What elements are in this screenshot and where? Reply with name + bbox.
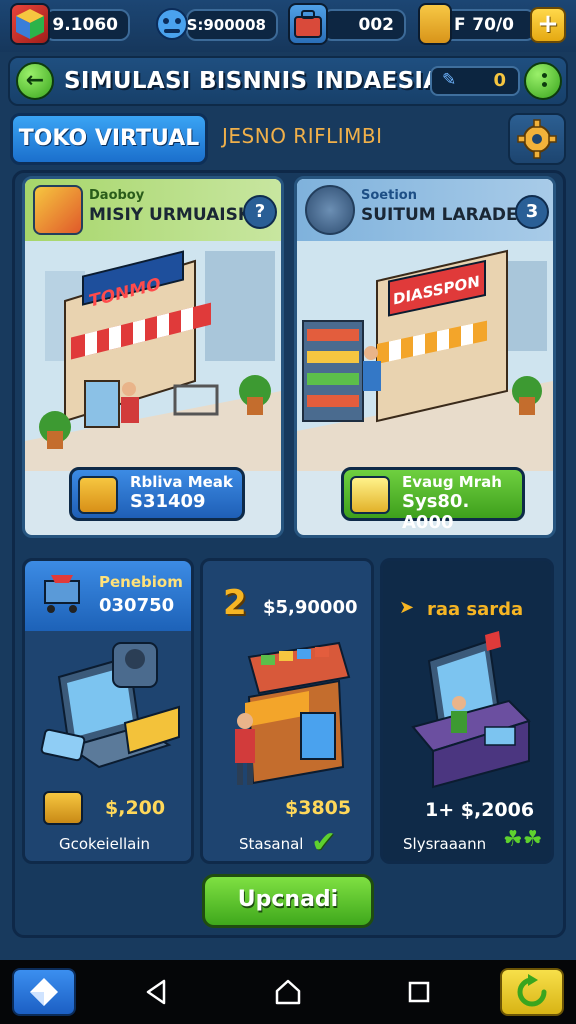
store-2-illustration: DIASSPON [297,241,553,471]
home-shortcut-button[interactable] [12,968,76,1016]
store-card-1-price-value: S31409 [130,491,206,512]
upgrade-card-3-price: 1+ $,2006 [425,799,535,821]
kiosk-machine-illustration [411,631,531,789]
gear-icon [517,119,557,159]
upgrade-card-2[interactable]: 2 $5,90000 $3805 Stasanal ✔ [200,558,374,864]
resource-money-counter: S:900008 [186,9,278,41]
store-card-2-subtitle: Soetion [361,188,417,203]
cube-icon [10,3,50,45]
store-card-2-price-tag[interactable]: Evaug Mrah Sys80. A000 [341,467,525,533]
cup-icon [350,476,390,514]
store-card-2-price-value: Sys80. A000 [402,491,470,533]
upgrade-card-1-title: Penebiom [99,573,183,591]
store-card-1-name: MISIY URMUAISK [89,205,252,225]
coin-chest-icon [43,791,83,825]
diamond-icon [30,978,58,1006]
store-card-1-price-tag[interactable]: Rbliva Meak S31409 [69,467,245,521]
upgrade-card-2-price: $3805 [285,797,352,819]
upgrade-button[interactable]: Upcnadi [202,874,374,928]
upgrade-card-2-label: Stasanal [239,835,304,853]
resource-items-value: 002 [358,15,395,35]
plus-icon: + [537,9,559,39]
cart-icon [44,575,80,613]
tab-toko-virtual[interactable]: TOKO VIRTUAL [10,113,208,165]
resource-money-value: S:900008 [186,16,266,34]
laptop-illustration [40,642,180,769]
resource-bar: 9.1060 S:900008 002 F 70/0 + [0,0,576,52]
title-counter-value: 0 [493,70,506,91]
upgrade-card-2-title: $5,90000 [263,597,358,618]
settings-button[interactable] [508,113,566,165]
upgrade-card-1-value: 030750 [99,595,175,616]
title-bar: ← SIMULASI BISNNIS INDAESIA ✎ 0 •• [8,56,568,106]
plant-icon: ☘☘ [503,827,543,852]
gear-creature-icon [152,3,192,45]
more-icon: •• [535,71,551,89]
resource-energy-counter: F 70/0 [440,9,536,41]
refresh-icon [517,974,547,1007]
store-card-2-name: SUITUM LARADE [361,205,518,225]
check-icon: ✔ [311,825,337,860]
arrow-left-icon: ← [25,68,45,93]
page-title: SIMULASI BISNNIS INDAESIA [64,68,442,94]
more-button[interactable]: •• [524,62,562,100]
refresh-shortcut-button[interactable] [500,968,564,1016]
resource-energy-prefix: F [454,15,466,35]
resource-coins-value: 9.1060 [52,15,118,35]
resource-items-counter: 002 [322,9,406,41]
upgrade-card-3[interactable]: ➤ raa sarda 1+ $,2006 Slysraaann ☘☘ [380,558,554,864]
store-card-1-badge[interactable]: ? [243,195,277,229]
resource-energy-value: 70/0 [472,15,514,35]
back-triangle-icon[interactable] [142,977,172,1007]
store-card-1-header: Daoboy MISIY URMUAISK ? [25,179,281,241]
upgrade-card-3-label: Slysraaann [403,835,487,853]
store-card-2-header: Soetion SUITUM LARADE 3 [297,179,553,241]
upgrade-card-1[interactable]: Penebiom 030750 $,200 Gcokeiellain [22,558,194,864]
home-icon[interactable] [273,977,303,1007]
add-resource-button[interactable]: + [530,7,566,43]
store-1-illustration: TONMO [25,241,281,471]
store-card-1[interactable]: Daoboy MISIY URMUAISK ? TONMO Rbliva Mea… [22,176,284,538]
system-nav-bar [0,960,576,1024]
resource-coins-counter: 9.1060 [44,9,130,41]
recents-square-icon[interactable] [404,977,434,1007]
market-stall-illustration [235,641,351,785]
store-card-2-badge[interactable]: 3 [515,195,549,229]
store-card-2-price-label: Evaug Mrah [402,473,502,491]
key-icon: ➤ [399,597,415,618]
tab-second[interactable]: JESNO RIFLIMBI [222,124,383,148]
store-card-2[interactable]: Soetion SUITUM LARADE 3 DIASSPON Evaug M… [294,176,556,538]
upgrade-card-2-number: 2 [223,583,247,623]
upgrade-card-1-price: $,200 [105,797,166,819]
pencil-icon: ✎ [442,70,457,90]
toolbox-icon [288,3,328,45]
store-box-icon [33,185,83,235]
store-card-1-subtitle: Daoboy [89,188,145,203]
store-card-1-price-label: Rbliva Meak [130,473,233,491]
back-button[interactable]: ← [16,62,54,100]
robot-icon [305,185,355,235]
register-icon [78,476,118,514]
upgrade-card-1-label: Gcokeiellain [59,835,151,853]
title-counter: ✎ 0 [430,66,520,96]
upgrade-card-3-title: raa sarda [427,599,524,620]
ticket-icon [418,3,452,45]
